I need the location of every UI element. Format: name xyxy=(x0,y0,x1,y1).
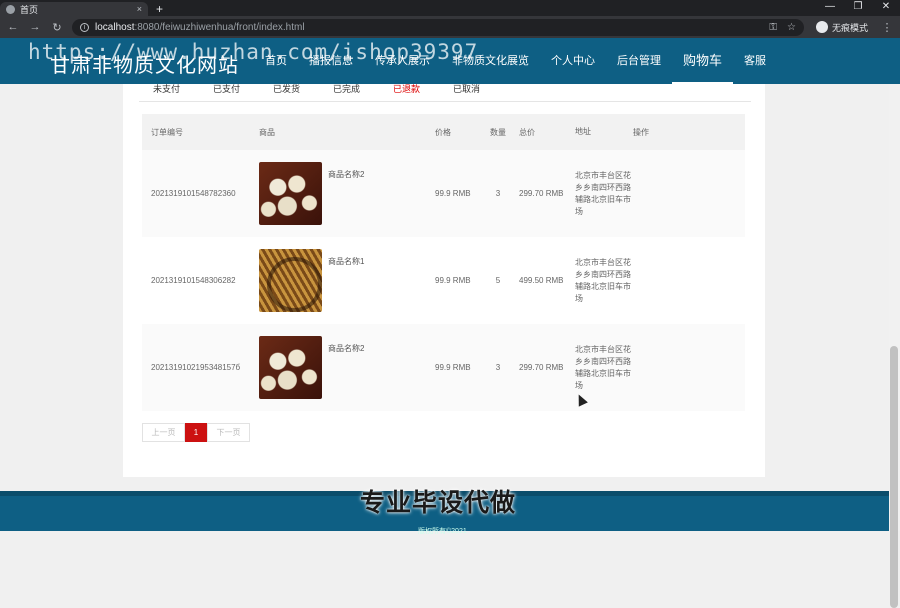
order-id: 2021319102195348157б xyxy=(151,363,241,372)
tab-unpaid[interactable]: 未支付 xyxy=(139,84,199,102)
table-header: 订单编号 商品 价格 数量 总价 地址 操作 xyxy=(142,114,745,150)
product-name[interactable]: 商品名称2 xyxy=(328,343,364,354)
nav-exhibition[interactable]: 非物质文化展览 xyxy=(441,38,540,84)
price: 99.9 RMB xyxy=(435,363,471,372)
nav-user-center[interactable]: 个人中心 xyxy=(540,38,606,84)
footer-copyright: 版权所有©2021 xyxy=(418,528,467,535)
main-nav: 首页 播报信息 传承人展示 非物质文化展览 个人中心 后台管理 购物车 客服 xyxy=(254,38,777,84)
total: 299.70 RMB xyxy=(519,189,564,198)
incognito-badge[interactable]: 无痕模式 xyxy=(812,21,872,34)
address: 北京市丰台区花乡乡南四环西路辅路北京旧车市场 xyxy=(575,257,631,303)
next-page-button[interactable]: 下一页 xyxy=(207,423,250,442)
tab-cancelled[interactable]: 已取消 xyxy=(439,84,499,102)
product-image[interactable] xyxy=(259,162,322,225)
product-name[interactable]: 商品名称2 xyxy=(328,169,364,180)
nav-admin[interactable]: 后台管理 xyxy=(606,38,672,84)
new-tab-button[interactable]: + xyxy=(156,2,163,16)
goods-cell: 商品名称1 xyxy=(259,249,435,312)
order-id: 2021319101548782360 xyxy=(151,189,236,198)
tabs-divider xyxy=(139,101,751,102)
browser-toolbar: ← → ↻ i localhost:8080/feiwuzhiwenhua/fr… xyxy=(0,16,900,38)
tab-shipped[interactable]: 已发货 xyxy=(259,84,319,102)
header-goods: 商品 xyxy=(259,127,275,137)
page-scrollbar[interactable] xyxy=(889,84,900,608)
info-icon[interactable]: i xyxy=(80,22,89,32)
price: 99.9 RMB xyxy=(435,189,471,198)
forward-arrow-icon[interactable]: → xyxy=(28,21,42,33)
key-icon[interactable]: ⚿ xyxy=(769,22,777,33)
pagination: 上一页 1 下一页 xyxy=(142,423,250,442)
browser-tab[interactable]: 首页 × xyxy=(0,2,148,16)
status-tabs: 未支付 已支付 已发货 已完成 已退款 已取消 xyxy=(139,84,499,102)
tab-paid[interactable]: 已支付 xyxy=(199,84,259,102)
prev-page-button[interactable]: 上一页 xyxy=(142,423,185,442)
close-tab-icon[interactable]: × xyxy=(137,4,142,14)
incognito-label: 无痕模式 xyxy=(831,22,868,33)
product-name[interactable]: 商品名称1 xyxy=(328,256,364,267)
goods-cell: 商品名称2 xyxy=(259,336,435,399)
nav-inheritors[interactable]: 传承人展示 xyxy=(364,38,441,84)
quantity: 3 xyxy=(495,363,501,372)
orders-panel: 未支付 已支付 已发货 已完成 已退款 已取消 订单编号 商品 价格 数量 总价… xyxy=(123,84,765,477)
product-image[interactable] xyxy=(259,249,322,312)
total: 299.70 RMB xyxy=(519,363,564,372)
goods-cell: 商品名称2 xyxy=(259,162,435,225)
header-total: 总价 xyxy=(519,127,535,137)
header-order-id: 订单编号 xyxy=(151,127,183,137)
close-window-button[interactable]: ✕ xyxy=(872,0,900,14)
site-header: 甘肃非物质文化网站 https://www.huzhan.com/ishop39… xyxy=(0,38,900,84)
header-action: 操作 xyxy=(633,127,649,137)
back-arrow-icon[interactable]: ← xyxy=(6,21,20,33)
url-path: :8080/feiwuzhiwenhua/front/index.html xyxy=(134,22,305,33)
tab-title: 首页 xyxy=(20,4,39,15)
quantity: 5 xyxy=(495,276,501,285)
incognito-icon xyxy=(815,21,828,33)
price: 99.9 RMB xyxy=(435,276,471,285)
nav-cart[interactable]: 购物车 xyxy=(672,38,734,84)
minimize-button[interactable]: — xyxy=(816,0,844,14)
ad-overlay-text: 专业毕设代做 xyxy=(360,488,517,517)
page-1-button[interactable]: 1 xyxy=(185,423,207,442)
address-bar[interactable]: i localhost:8080/feiwuzhiwenhua/front/in… xyxy=(72,18,804,36)
header-price: 价格 xyxy=(435,127,451,137)
menu-dots-icon[interactable]: ⋮ xyxy=(880,21,894,34)
table-row: 2021319102195348157б 商品名称2 99.9 RMB 3 29… xyxy=(142,324,745,411)
total: 499.50 RMB xyxy=(519,276,564,285)
nav-news[interactable]: 播报信息 xyxy=(298,38,364,84)
browser-tabbar: 首页 × + — ❐ ✕ xyxy=(0,0,900,16)
nav-service[interactable]: 客服 xyxy=(733,38,777,84)
tab-refunded[interactable]: 已退款 xyxy=(379,84,439,102)
address: 北京市丰台区花乡乡南四环西路辅路北京旧车市场 xyxy=(575,170,631,216)
order-id: 2021319101548306282 xyxy=(151,276,236,285)
orders-table: 订单编号 商品 价格 数量 总价 地址 操作 20213191015487823… xyxy=(142,114,745,411)
url-host: localhost xyxy=(95,22,135,33)
nav-home[interactable]: 首页 xyxy=(254,38,298,84)
star-icon[interactable]: ☆ xyxy=(787,22,796,33)
header-address: 地址 xyxy=(575,127,591,136)
maximize-button[interactable]: ❐ xyxy=(844,0,872,14)
quantity: 3 xyxy=(495,189,501,198)
tab-completed[interactable]: 已完成 xyxy=(319,84,379,102)
table-row: 2021319101548782360 商品名称2 99.9 RMB 3 299… xyxy=(142,150,745,237)
window-controls: — ❐ ✕ xyxy=(816,0,900,14)
address: 北京市丰台区花乡乡南四环西路辅路北京旧车市场 xyxy=(575,344,631,390)
product-image[interactable] xyxy=(259,336,322,399)
scrollbar-thumb[interactable] xyxy=(890,346,898,608)
table-row: 2021319101548306282 商品名称1 99.9 RMB 5 499… xyxy=(142,237,745,324)
header-qty: 数量 xyxy=(490,127,506,137)
globe-icon xyxy=(6,4,15,14)
reload-icon[interactable]: ↻ xyxy=(50,21,64,34)
